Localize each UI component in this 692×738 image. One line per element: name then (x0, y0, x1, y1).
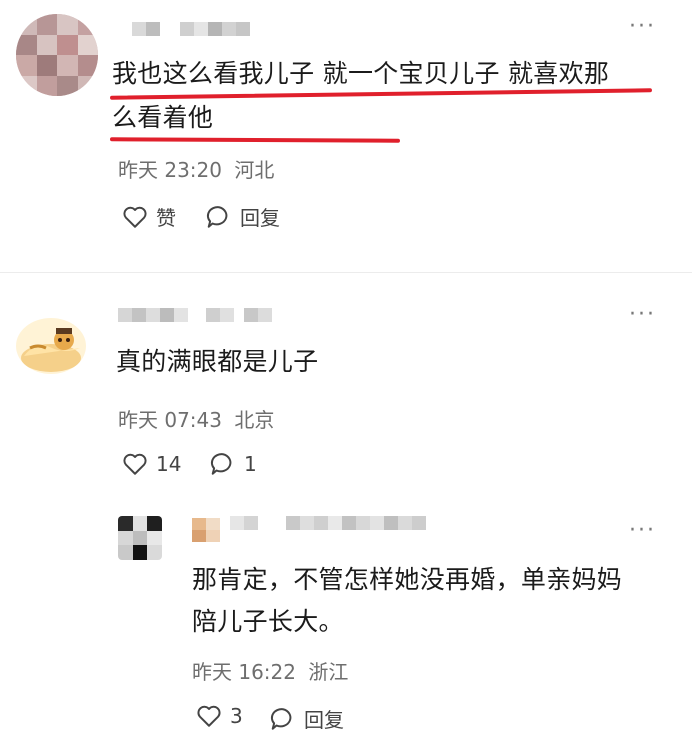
divider (0, 272, 692, 273)
comment-meta: 昨天 16:22 浙江 (192, 656, 348, 685)
comment-text: 那肯定，不管怎样她没再婚，单亲妈妈 (192, 565, 623, 594)
like-count: 3 (230, 704, 243, 728)
like-label: 赞 (156, 206, 176, 230)
chat-bubble-icon (206, 205, 228, 228)
comment-meta: 昨天 23:20 河北 (118, 154, 274, 183)
avatar[interactable] (16, 14, 98, 96)
reply-button[interactable]: 回复 (270, 704, 344, 733)
cartoon-avatar-icon (21, 328, 81, 372)
location: 浙江 (308, 660, 349, 684)
chat-bubble-icon (270, 707, 292, 730)
heart-icon (123, 206, 147, 228)
username-blurred[interactable] (230, 516, 426, 530)
comment-meta: 昨天 07:43 北京 (118, 404, 274, 433)
like-button[interactable]: 赞 (122, 202, 176, 231)
location: 河北 (234, 158, 275, 182)
more-options-button[interactable]: ··· (629, 518, 656, 543)
comment-text: 么看着他 (112, 103, 214, 132)
like-button[interactable]: 3 (196, 704, 243, 728)
more-options-button[interactable]: ··· (629, 14, 656, 39)
highlight-underline (109, 137, 401, 143)
like-count: 14 (156, 452, 182, 476)
reply-button[interactable]: 1 (210, 452, 257, 476)
more-options-button[interactable]: ··· (629, 302, 656, 327)
like-button[interactable]: 14 (122, 452, 181, 476)
heart-icon (197, 705, 221, 727)
reply-label: 回复 (304, 708, 344, 732)
username-blurred[interactable] (132, 22, 250, 36)
timestamp: 昨天 16:22 (192, 660, 296, 684)
reply-count: 1 (244, 452, 257, 476)
heart-icon (123, 453, 147, 475)
avatar[interactable] (118, 516, 162, 560)
reply-user-avatar[interactable] (192, 518, 220, 542)
timestamp: 昨天 07:43 (118, 408, 222, 432)
reply-button[interactable]: 回复 (206, 202, 280, 231)
comment-text: 真的满眼都是儿子 (116, 347, 319, 376)
reply-label: 回复 (240, 206, 280, 230)
comment-text: 陪儿子长大。 (192, 607, 344, 636)
location: 北京 (234, 408, 275, 432)
username-blurred[interactable] (118, 308, 272, 322)
chat-bubble-icon (210, 453, 232, 475)
avatar[interactable] (16, 318, 86, 374)
timestamp: 昨天 23:20 (118, 158, 222, 182)
